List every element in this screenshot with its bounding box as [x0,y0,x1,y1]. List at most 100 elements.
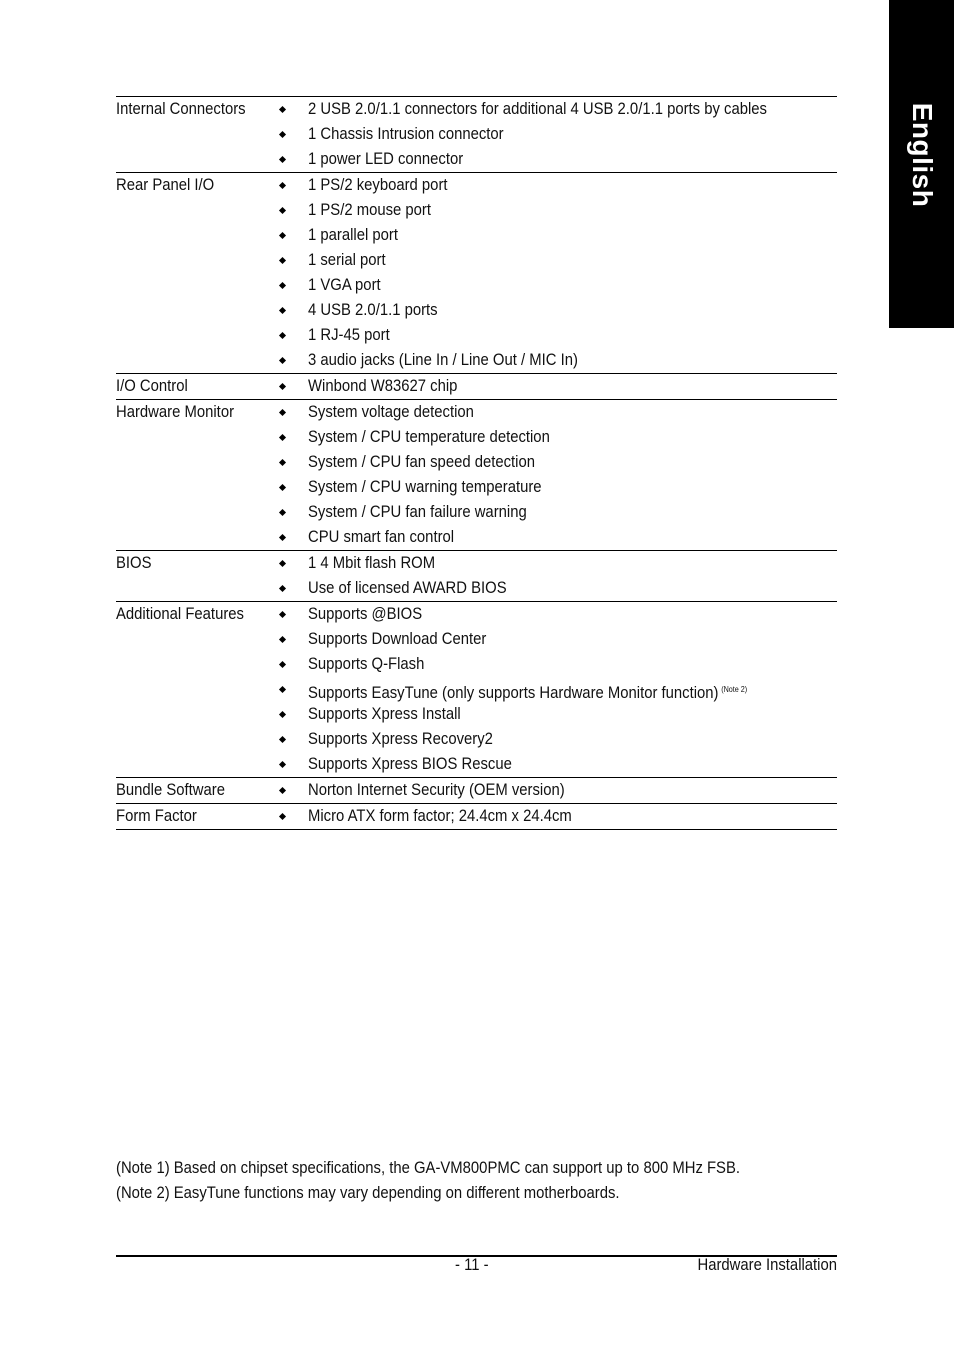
diamond-bullet-icon [276,727,308,752]
diamond-bullet-icon [276,525,308,550]
diamond-bullet-icon [276,677,308,702]
spec-item-text: 3 audio jacks (Line In / Line Out / MIC … [308,351,578,369]
spec-item: Supports Xpress Install [276,702,837,727]
spec-item-text-wrapper: Supports Q-Flash [308,652,424,677]
spec-item: Norton Internet Security (OEM version) [276,778,837,803]
spec-item-text-wrapper: 1 serial port [308,248,386,273]
spec-category-label: Internal Connectors [116,100,246,118]
diamond-bullet-icon [276,425,308,450]
spec-item-text: Supports Download Center [308,630,487,648]
spec-item-text-wrapper: 1 power LED connector [308,147,463,172]
spec-item-text-wrapper: 1 PS/2 keyboard port [308,173,448,198]
spec-item-list: Winbond W83627 chip [276,374,837,399]
diamond-bullet-icon [276,122,308,147]
diamond-bullet-icon [276,348,308,373]
diamond-bullet-icon [276,475,308,500]
spec-item-text: 1 parallel port [308,226,398,244]
spec-item-text: 1 PS/2 keyboard port [308,176,448,194]
spec-item: System / CPU fan speed detection [276,450,837,475]
spec-item-text-wrapper: Supports @BIOS [308,602,422,627]
spec-item-text-wrapper: System / CPU fan failure warning [308,500,527,525]
diamond-bullet-icon [276,627,308,652]
footnote-1: (Note 1) Based on chipset specifications… [116,1159,741,1177]
spec-item: Use of licensed AWARD BIOS [276,576,837,601]
diamond-bullet-icon [276,652,308,677]
diamond-bullet-icon [276,97,308,122]
spec-category-label: Rear Panel I/O [116,176,215,194]
spec-item-text-wrapper: System voltage detection [308,400,474,425]
spec-item-text: Supports Q-Flash [308,655,425,673]
spec-item-text: Micro ATX form factor; 24.4cm x 24.4cm [308,807,572,825]
diamond-bullet-icon [276,576,308,601]
diamond-bullet-icon [276,702,308,727]
spec-item-text: Supports Xpress Recovery2 [308,730,493,748]
spec-item-text-wrapper: CPU smart fan control [308,525,454,550]
spec-item-text: Supports Xpress BIOS Rescue [308,755,512,773]
spec-item: 1 parallel port [276,223,837,248]
spec-item-text-wrapper: Supports Xpress BIOS Rescue [308,752,512,777]
diamond-bullet-icon [276,374,308,399]
spec-group: I/O Control Winbond W83627 chip [116,374,837,400]
spec-category-label: Hardware Monitor [116,403,235,421]
spec-item-text: Use of licensed AWARD BIOS [308,579,507,597]
spec-item: Supports @BIOS [276,602,837,627]
spec-item-text: Supports EasyTune (only supports Hardwar… [308,684,719,702]
spec-item-text: 1 4 Mbit flash ROM [308,554,436,572]
spec-item-text-wrapper: 3 audio jacks (Line In / Line Out / MIC … [308,348,578,373]
spec-item-text: System / CPU warning temperature [308,478,542,496]
spec-item-text-wrapper: 1 VGA port [308,273,381,298]
footer-section-name: Hardware Installation [697,1256,838,1274]
spec-item-text-wrapper: 1 4 Mbit flash ROM [308,551,435,576]
spec-item-text: 2 USB 2.0/1.1 connectors for additional … [308,100,767,118]
spec-item-text: Supports @BIOS [308,605,423,623]
spec-group: Internal Connectors 2 USB 2.0/1.1 connect… [116,97,837,173]
spec-item-text: Winbond W83627 chip [308,377,458,395]
spec-item-text: 1 RJ-45 port [308,326,390,344]
spec-item-text: 1 Chassis Intrusion connector [308,125,504,143]
spec-item-list: 1 4 Mbit flash ROM Use of licensed AWARD … [276,551,837,601]
spec-item: Supports Xpress Recovery2 [276,727,837,752]
spec-item-text-wrapper: Supports Xpress Install [308,702,461,727]
diamond-bullet-icon [276,400,308,425]
spec-item-text: System / CPU fan speed detection [308,453,535,471]
spec-item-text-wrapper: System / CPU temperature detection [308,425,550,450]
specification-table: Internal Connectors 2 USB 2.0/1.1 connect… [116,96,837,830]
spec-item: Winbond W83627 chip [276,374,837,399]
spec-item-text-wrapper: 4 USB 2.0/1.1 ports [308,298,438,323]
spec-item-list: System voltage detection System / CPU tem… [276,400,837,550]
spec-item-text: Supports Xpress Install [308,705,461,723]
spec-item-list: Supports @BIOS Supports Download Center Su… [276,602,837,777]
spec-item-text: 1 VGA port [308,276,381,294]
diamond-bullet-icon [276,173,308,198]
spec-item-text-wrapper: Winbond W83627 chip [308,374,457,399]
spec-item-text: 1 power LED connector [308,150,464,168]
spec-item: System / CPU warning temperature [276,475,837,500]
spec-item-text: 4 USB 2.0/1.1 ports [308,301,438,319]
spec-group: Bundle Software Norton Internet Security … [116,778,837,804]
spec-item: 4 USB 2.0/1.1 ports [276,298,837,323]
spec-item: Supports EasyTune (only supports Hardwar… [276,677,837,702]
note-reference: (Note 2) [721,685,748,694]
spec-item: System / CPU temperature detection [276,425,837,450]
spec-item-text-wrapper: 1 parallel port [308,223,398,248]
diamond-bullet-icon [276,551,308,576]
spec-category-label: Bundle Software [116,781,225,799]
spec-group: Rear Panel I/O 1 PS/2 keyboard port 1 PS/2… [116,173,837,374]
spec-group: Additional Features Supports @BIOS Support… [116,602,837,778]
spec-item: Supports Download Center [276,627,837,652]
diamond-bullet-icon [276,804,308,829]
diamond-bullet-icon [276,223,308,248]
spec-item-list: 1 PS/2 keyboard port 1 PS/2 mouse port 1 p… [276,173,837,373]
diamond-bullet-icon [276,273,308,298]
spec-item: System / CPU fan failure warning [276,500,837,525]
spec-item-text-wrapper: System / CPU fan speed detection [308,450,535,475]
diamond-bullet-icon [276,778,308,803]
spec-item-text-wrapper: Micro ATX form factor; 24.4cm x 24.4cm [308,804,572,829]
language-tab-label: English [906,102,938,208]
spec-item: System voltage detection [276,400,837,425]
diamond-bullet-icon [276,248,308,273]
spec-item-text: Norton Internet Security (OEM version) [308,781,565,799]
spec-item-text-wrapper: Supports EasyTune (only supports Hardwar… [308,677,747,702]
spec-item-text: System / CPU fan failure warning [308,503,527,521]
spec-item: 1 VGA port [276,273,837,298]
